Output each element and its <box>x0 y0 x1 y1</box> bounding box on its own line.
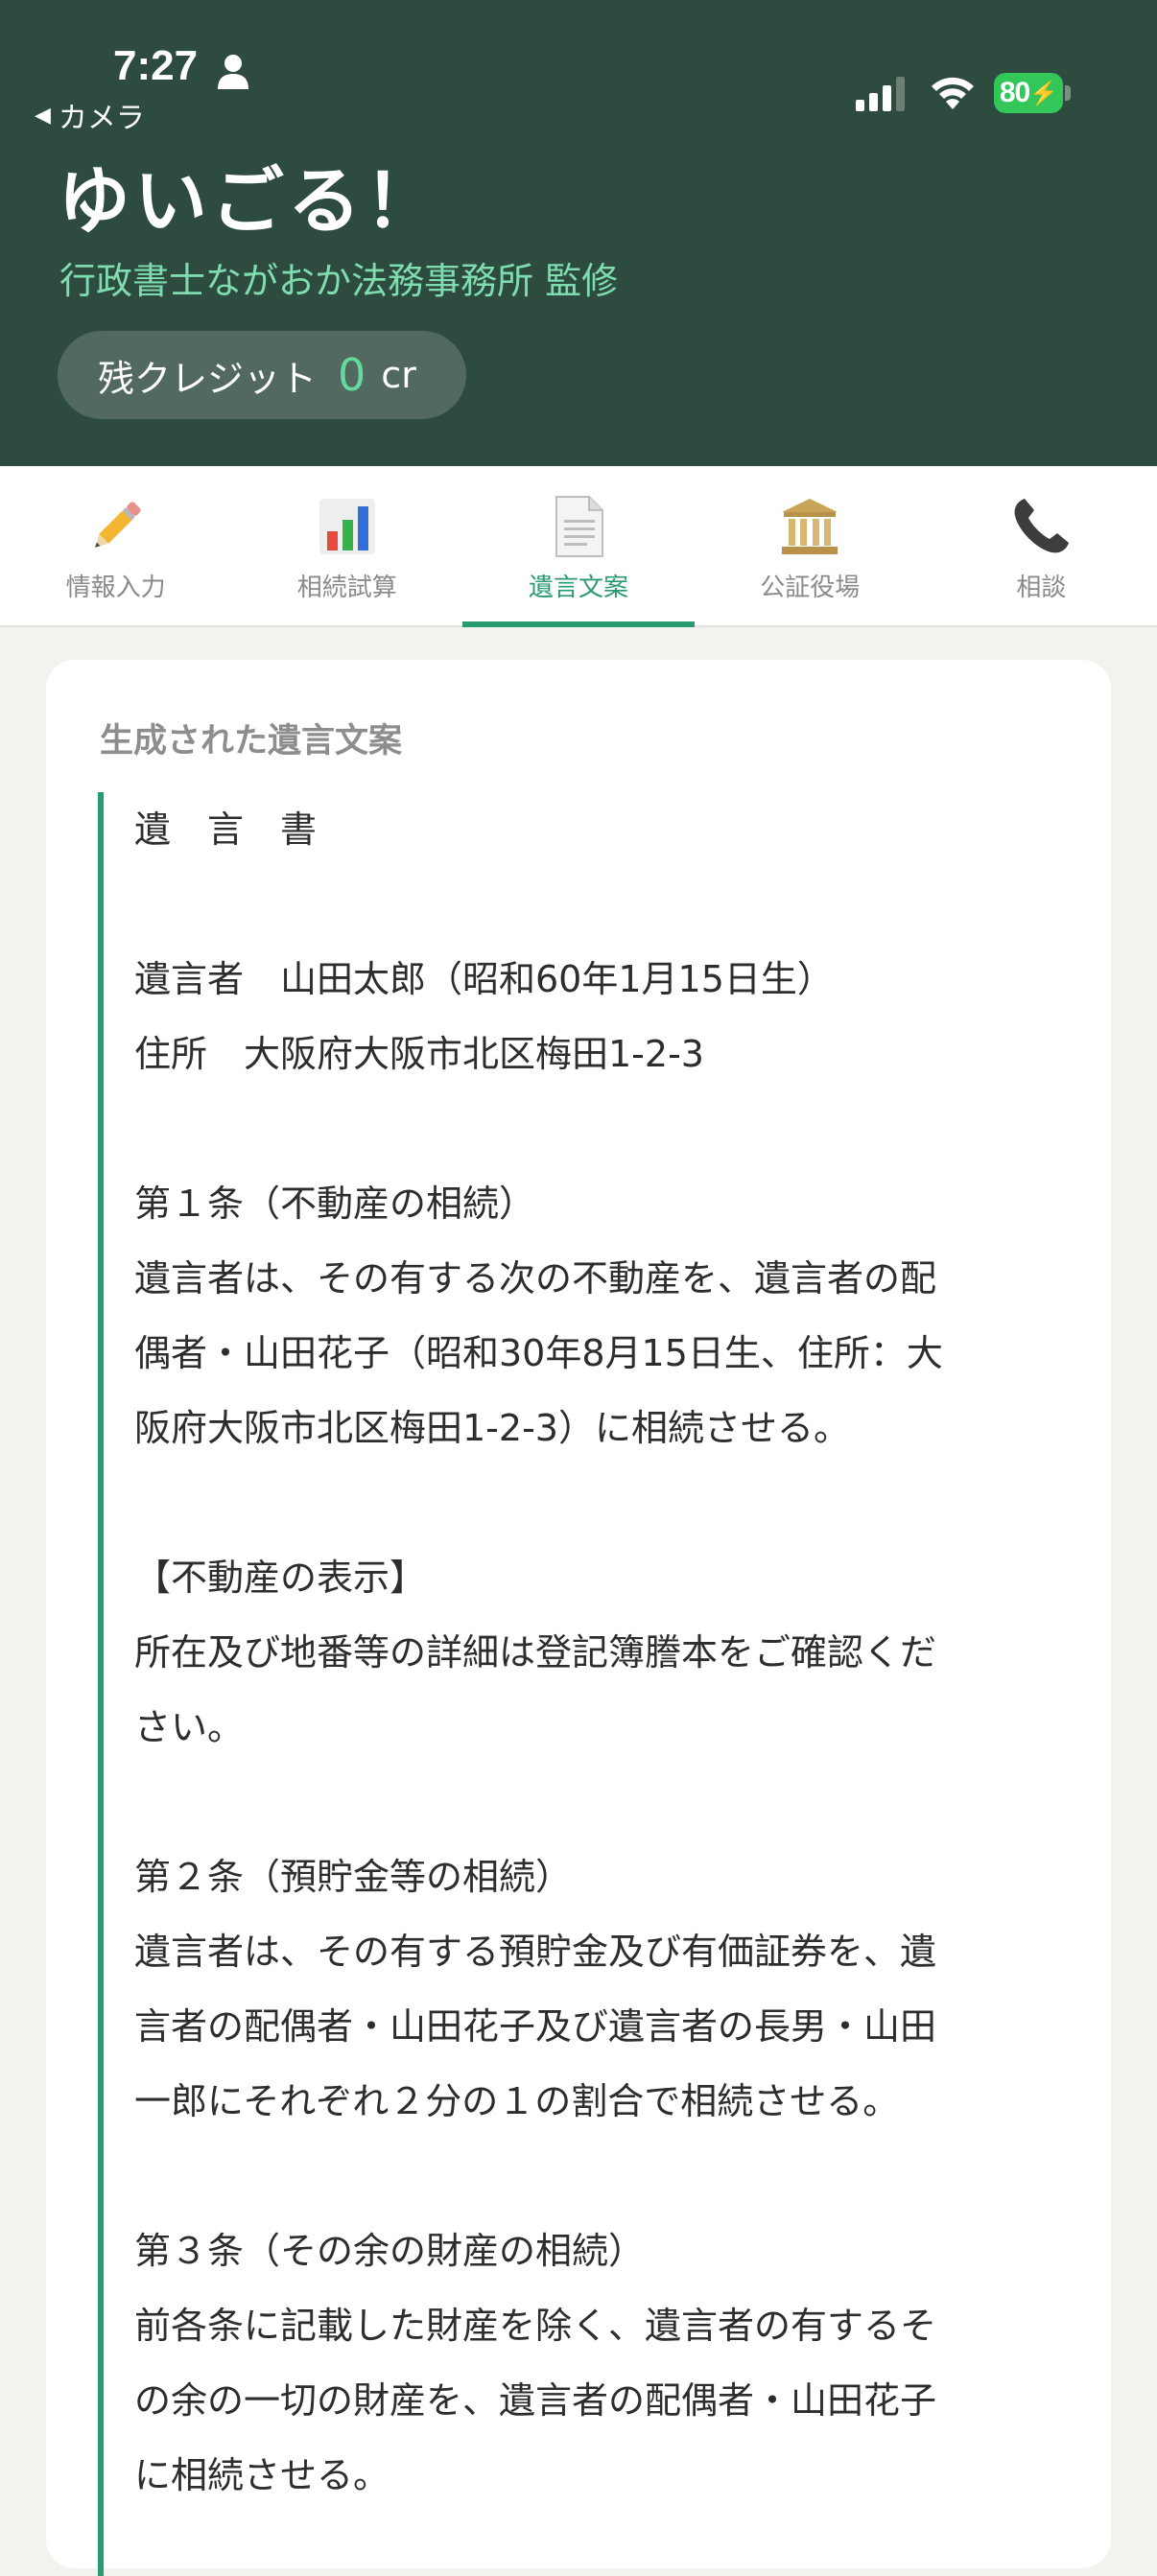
draft-line: 遺言者 山田太郎（昭和60年1月15日生） <box>134 958 834 1000</box>
building-icon <box>782 499 838 554</box>
charging-bolt-icon: ⚡ <box>1029 80 1058 106</box>
draft-line: 第１条（不動産の相続） <box>134 1183 536 1225</box>
draft-line: 偶者・山田花子（昭和30年8月15日生、住所：大 <box>134 1332 943 1374</box>
tab-label: 公証役場 <box>760 574 861 602</box>
draft-line: 遺 言 書 <box>134 808 318 851</box>
draft-line <box>134 1465 1057 1540</box>
will-draft-text: 遺 言 書 遺言者 山田太郎（昭和60年1月15日生） 住所 大阪府大阪市北区梅… <box>98 792 1057 2576</box>
document-icon <box>555 496 603 557</box>
draft-line: 住所 大阪府大阪市北区梅田1-2-3 <box>134 1033 704 1075</box>
draft-line <box>134 1091 1057 1166</box>
draft-line: 前各条に記載した財産を除く、遺言者の有するそ <box>134 2305 937 2347</box>
draft-line <box>134 867 1057 942</box>
tab-inheritance-estimate[interactable]: 相続試算 <box>231 466 462 625</box>
back-to-camera-link[interactable]: ◀ カメラ <box>35 94 145 136</box>
cellular-signal-icon <box>856 77 905 111</box>
back-arrow-icon: ◀ <box>35 103 51 128</box>
draft-line: 【不動産の表示】 <box>134 1557 427 1599</box>
draft-line: 言者の配偶者・山田花子及び遺言者の長男・山田 <box>134 2005 937 2048</box>
will-draft-card: 生成された遺言文案 遺 言 書 遺言者 山田太郎（昭和60年1月15日生） 住所… <box>46 660 1111 2576</box>
draft-line: 第２条（預貯金等の相続） <box>134 1856 573 1898</box>
person-icon <box>218 55 248 89</box>
battery-indicator: 80 ⚡ <box>994 73 1071 113</box>
tab-label: 相談 <box>1016 574 1067 602</box>
tab-label: 遺言文案 <box>529 574 629 602</box>
status-time: 7:27 <box>113 42 199 89</box>
phone-icon <box>1015 499 1070 553</box>
draft-line: 一郎にそれぞれ２分の１の割合で相続させる。 <box>134 2080 900 2122</box>
draft-line: 遺言者は、その有する預貯金及び有価証券を、遺 <box>134 1931 937 1973</box>
tab-info-input[interactable]: 情報入力 <box>0 466 231 625</box>
pencil-icon <box>94 502 141 548</box>
app-subtitle: 行政書士ながおか法務事務所 監修 <box>59 260 619 302</box>
tab-will-draft[interactable]: 遺言文案 <box>462 466 695 627</box>
app-title: ゆいごる！ <box>58 158 441 244</box>
credit-badge: 残クレジット 0 cr <box>58 331 466 419</box>
app-header: 7:27 ◀ カメラ 80 ⚡ ゆいごる！ 行政書士ながおか法務事務所 監修 残ク… <box>0 0 1157 466</box>
credit-unit: cr <box>381 354 416 396</box>
battery-level: 80 <box>999 77 1030 108</box>
tab-label: 相続試算 <box>296 574 397 602</box>
tab-bar: 情報入力 相続試算 遺言文案 公証役場 相談 <box>0 466 1157 627</box>
wifi-icon <box>932 77 974 109</box>
draft-line: 阪府大阪市北区梅田1-2-3）に相続させる。 <box>134 1407 850 1449</box>
bar-chart-icon <box>319 499 375 554</box>
draft-line: に相続させる。 <box>134 2454 390 2496</box>
credit-label: 残クレジット <box>98 357 318 400</box>
draft-line: 遺言者は、その有する次の不動産を、遺言者の配 <box>134 1257 937 1300</box>
credit-value: 0 <box>338 349 366 401</box>
tab-consultation[interactable]: 相談 <box>926 466 1157 625</box>
card-title: 生成された遺言文案 <box>100 722 403 761</box>
tab-notary-office[interactable]: 公証役場 <box>695 466 926 625</box>
draft-line <box>134 2139 1057 2213</box>
tab-label: 情報入力 <box>65 574 166 602</box>
draft-line: 所在及び地番等の詳細は登記簿謄本をご確認くだ <box>134 1631 937 1674</box>
draft-line: さい。 <box>134 1706 245 1748</box>
draft-line: の余の一切の財産を、遺言者の配偶者・山田花子 <box>134 2379 937 2422</box>
back-label: カメラ <box>58 102 145 135</box>
draft-line: 第３条（その余の財産の相続） <box>134 2230 646 2272</box>
draft-line <box>134 1765 1057 1839</box>
